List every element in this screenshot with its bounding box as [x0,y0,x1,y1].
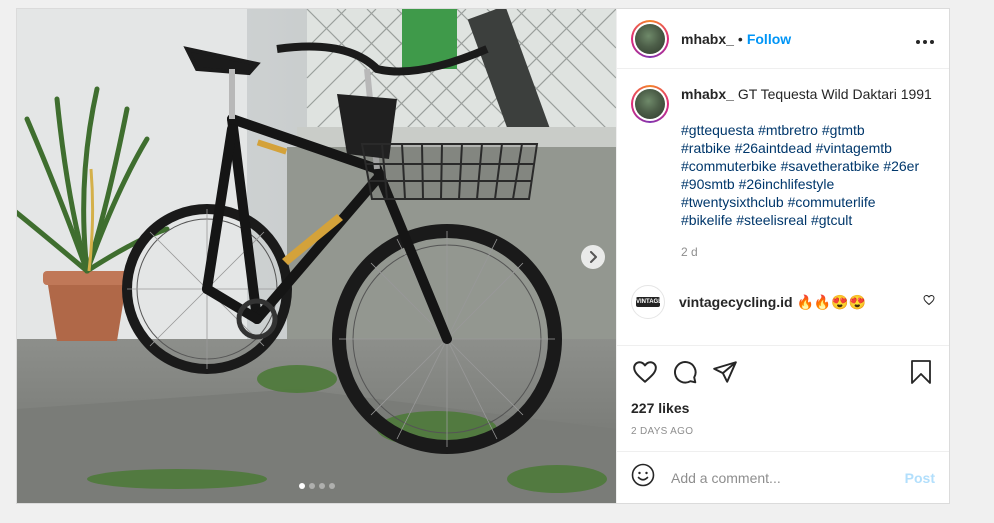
header-username[interactable]: mhabx_ [681,31,734,47]
hashtag-link[interactable]: #gttequesta [681,122,754,138]
comment-input[interactable] [669,468,905,487]
hashtag-link[interactable]: #gtcult [811,212,852,228]
next-image-button[interactable] [581,245,605,269]
post-sidebar: mhabx_ • Follow mhabx_ GT Tequesta Wild … [616,9,949,503]
bicycle-photo [17,9,616,503]
separator: • [737,30,743,47]
carousel-dot [299,483,305,489]
hashtag-link[interactable]: #ratbike [681,140,731,156]
hashtag-link[interactable]: #bikelife [681,212,732,228]
post-header: mhabx_ • Follow [617,9,949,69]
hashtag-link[interactable]: #savetheratbike [781,158,880,174]
comment: VINTAGE vintagecycling.id 🔥🔥😍😍 [631,285,935,319]
hashtag-link[interactable]: #steelisreal [736,212,807,228]
add-comment-bar: Post [617,451,949,503]
comment-text: vintagecycling.id 🔥🔥😍😍 [679,294,866,311]
hashtag-link[interactable]: #gtmtb [822,122,865,138]
caption-title: GT Tequesta Wild Daktari 1991 [737,86,932,102]
chevron-right-icon [588,251,598,263]
instagram-post: mhabx_ • Follow mhabx_ GT Tequesta Wild … [16,8,950,504]
avatar[interactable] [631,19,669,58]
caption-avatar-image [635,89,665,119]
post-image[interactable] [17,9,616,503]
follow-button[interactable]: Follow [747,31,791,47]
avatar-border [633,21,667,56]
like-comment-icon[interactable] [923,293,935,311]
hashtag-link[interactable]: #twentysixthclub [681,194,784,210]
likes-count[interactable]: 227 likes [631,400,935,416]
comments-section: mhabx_ GT Tequesta Wild Daktari 1991 #gt… [617,69,949,345]
comment-bubble-icon[interactable] [671,358,699,386]
comment-body: 🔥🔥😍😍 [796,293,867,310]
caption-username[interactable]: mhabx_ [681,86,734,102]
carousel-dot [329,483,335,489]
hashtag-link[interactable]: #26er [883,158,919,174]
bookmark-icon[interactable] [907,358,935,386]
post-actions: 227 likes 2 DAYS AGO [617,345,949,437]
more-options-icon[interactable] [915,29,935,49]
hashtag-link[interactable]: #vintagemtb [816,140,892,156]
hashtag-link[interactable]: #commuterbike [681,158,777,174]
post-comment-button[interactable]: Post [905,470,935,486]
caption-avatar-border [633,87,667,121]
caption-avatar[interactable] [631,85,669,123]
like-heart-icon[interactable] [631,358,659,386]
hashtag-link[interactable]: #26aintdead [735,140,812,156]
avatar-image [635,23,665,54]
hashtag-link[interactable]: #commuterlife [788,194,876,210]
hashtag-link[interactable]: #26inchlifestyle [739,176,835,192]
hashtag-link[interactable]: #mtbretro [758,122,818,138]
carousel-dot [319,483,325,489]
share-paper-plane-icon[interactable] [711,358,739,386]
caption-time[interactable]: 2 d [681,243,932,261]
commenter-avatar[interactable]: VINTAGE [631,285,665,319]
hashtag-link[interactable]: #90smtb [681,176,735,192]
carousel-indicator [299,483,335,489]
post-date[interactable]: 2 DAYS AGO [631,426,935,437]
emoji-icon[interactable] [631,463,655,492]
commenter-logo: VINTAGE [636,297,663,307]
caption-body: mhabx_ GT Tequesta Wild Daktari 1991 #gt… [681,85,932,261]
comment-username[interactable]: vintagecycling.id [679,294,793,310]
hashtags: #gttequesta #mtbretro #gtmtb #ratbike #2… [681,121,932,229]
carousel-dot [309,483,315,489]
action-icons [631,358,935,386]
caption: mhabx_ GT Tequesta Wild Daktari 1991 #gt… [631,85,935,261]
